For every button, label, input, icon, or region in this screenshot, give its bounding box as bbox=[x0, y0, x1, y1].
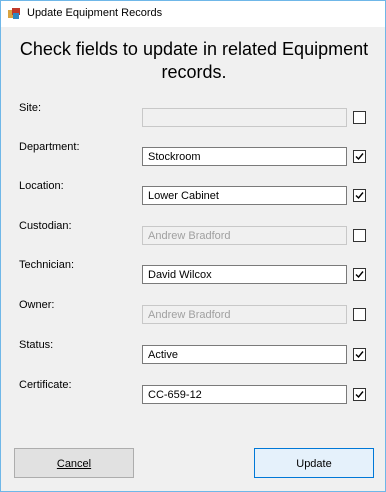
custodian-label: Custodian: bbox=[19, 220, 72, 232]
checkmark-icon bbox=[355, 192, 364, 200]
location-label: Location: bbox=[19, 180, 64, 192]
cancel-button-label: Cancel bbox=[56, 458, 92, 470]
field-row-department: Department: Stockroom bbox=[1, 141, 386, 169]
dialog-window: Update Equipment Records Check fields to… bbox=[0, 0, 386, 492]
technician-field[interactable]: David Wilcox bbox=[142, 265, 347, 284]
department-checkbox[interactable] bbox=[353, 150, 366, 163]
certificate-checkbox[interactable] bbox=[353, 388, 366, 401]
field-row-status: Status: Active bbox=[1, 339, 386, 367]
owner-field: Andrew Bradford bbox=[142, 305, 347, 324]
field-row-owner: Owner: Andrew Bradford bbox=[1, 299, 386, 327]
window-title: Update Equipment Records bbox=[27, 7, 163, 19]
field-row-technician: Technician: David Wilcox bbox=[1, 259, 386, 287]
update-button[interactable]: Update bbox=[254, 448, 374, 478]
instruction-heading: Check fields to update in related Equipm… bbox=[19, 39, 369, 82]
custodian-field: Andrew Bradford bbox=[142, 226, 347, 245]
certificate-field[interactable]: CC-659-12 bbox=[142, 385, 347, 404]
update-button-label: Update bbox=[296, 458, 332, 470]
site-field bbox=[142, 108, 347, 127]
technician-label: Technician: bbox=[19, 259, 75, 271]
department-field[interactable]: Stockroom bbox=[142, 147, 347, 166]
certificate-label: Certificate: bbox=[19, 379, 72, 391]
field-row-location: Location: Lower Cabinet bbox=[1, 180, 386, 208]
department-label: Department: bbox=[19, 141, 80, 153]
title-bar[interactable]: Update Equipment Records bbox=[1, 1, 385, 27]
site-checkbox[interactable] bbox=[353, 111, 366, 124]
location-checkbox[interactable] bbox=[353, 189, 366, 202]
site-label: Site: bbox=[19, 102, 42, 114]
status-label: Status: bbox=[19, 339, 54, 351]
checkmark-icon bbox=[355, 153, 364, 161]
custodian-checkbox[interactable] bbox=[353, 229, 366, 242]
technician-checkbox[interactable] bbox=[353, 268, 366, 281]
checkmark-icon bbox=[355, 351, 364, 359]
field-row-site: Site: bbox=[1, 102, 386, 130]
location-field[interactable]: Lower Cabinet bbox=[142, 186, 347, 205]
owner-checkbox[interactable] bbox=[353, 308, 366, 321]
cancel-button[interactable]: Cancel bbox=[14, 448, 134, 478]
app-icon bbox=[8, 7, 20, 19]
checkmark-icon bbox=[355, 271, 364, 279]
field-row-custodian: Custodian: Andrew Bradford bbox=[1, 220, 386, 248]
field-row-certificate: Certificate: CC-659-12 bbox=[1, 379, 386, 407]
owner-label: Owner: bbox=[19, 299, 55, 311]
status-field[interactable]: Active bbox=[142, 345, 347, 364]
status-checkbox[interactable] bbox=[353, 348, 366, 361]
checkmark-icon bbox=[355, 391, 364, 399]
